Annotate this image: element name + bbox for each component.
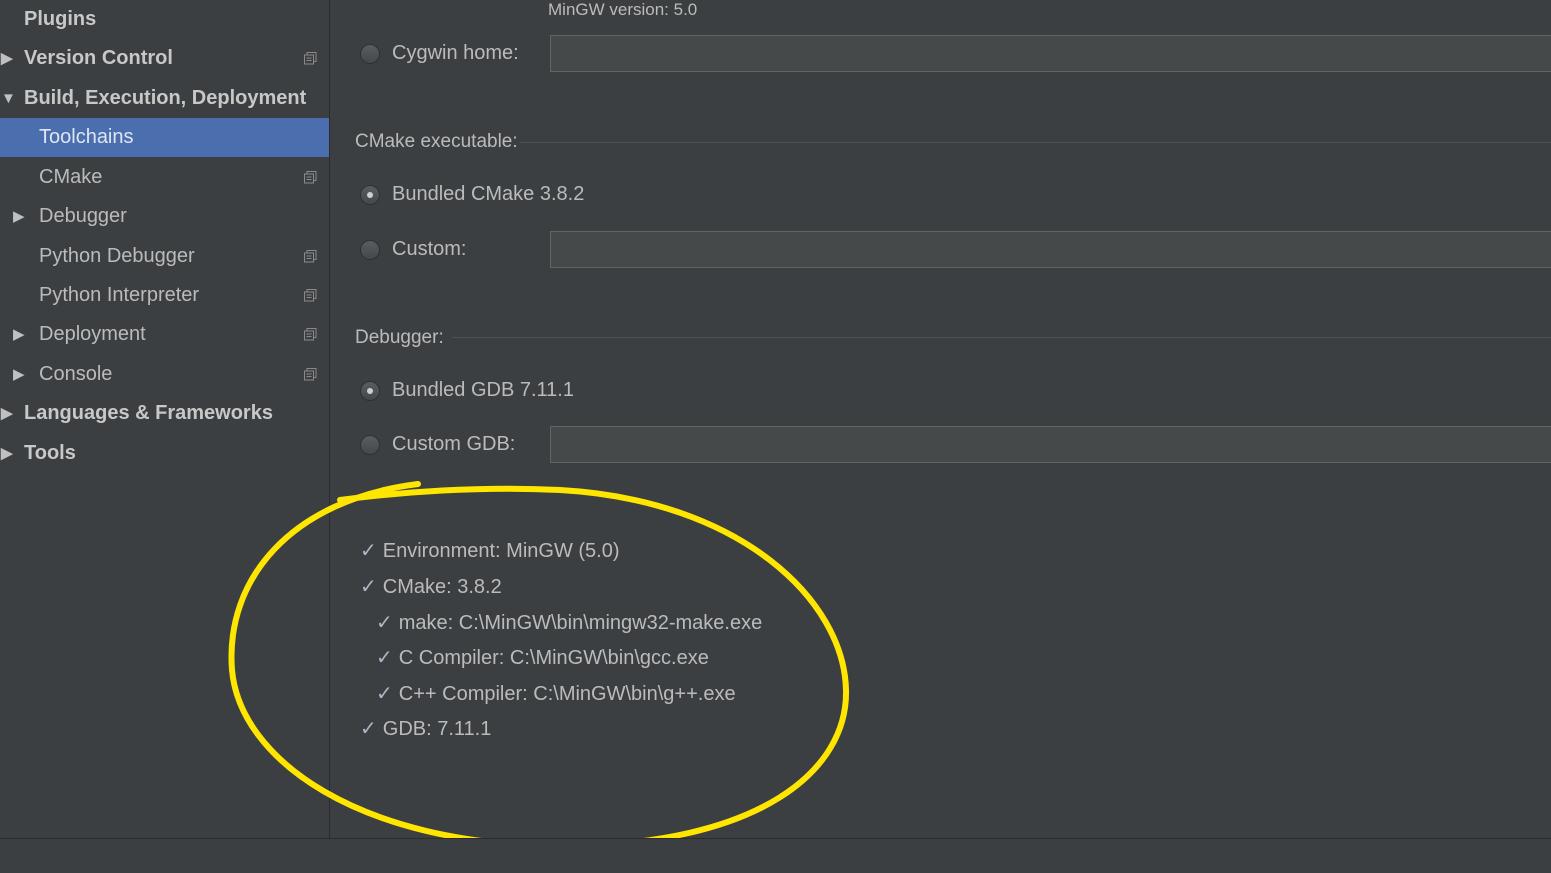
sidebar-item-label: Deployment bbox=[39, 323, 146, 345]
sidebar-item-label: Plugins bbox=[24, 8, 97, 30]
sidebar-item-label: Version Control bbox=[24, 47, 173, 69]
cygwin-home-field[interactable] bbox=[550, 35, 1551, 72]
project-settings-icon bbox=[304, 368, 317, 381]
expand-arrow-icon[interactable]: ▶ bbox=[1, 394, 13, 433]
expand-arrow-icon[interactable]: ▶ bbox=[13, 315, 25, 354]
check-environment: ✓ Environment: MinGW (5.0) bbox=[360, 538, 620, 563]
sidebar-item-label: CMake bbox=[39, 166, 103, 188]
section-divider bbox=[520, 142, 1551, 143]
sidebar-item-label: Python Interpreter bbox=[39, 284, 200, 306]
project-settings-icon bbox=[304, 289, 317, 302]
sidebar-item-plugins[interactable]: Plugins bbox=[0, 0, 329, 39]
check-icon: ✓ bbox=[360, 718, 377, 740]
check-c-compiler: ✓ C Compiler: C:\MinGW\bin\gcc.exe bbox=[376, 645, 709, 670]
check-make: ✓ make: C:\MinGW\bin\mingw32-make.exe bbox=[376, 610, 762, 635]
debugger-section-title: Debugger: bbox=[355, 327, 444, 348]
sidebar-item-deployment[interactable]: ▶ Deployment bbox=[0, 315, 329, 354]
expand-arrow-icon[interactable]: ▶ bbox=[13, 197, 25, 236]
check-icon: ✓ bbox=[376, 683, 393, 705]
sidebar-item-toolchains[interactable]: Toolchains bbox=[0, 118, 329, 157]
check-icon: ✓ bbox=[376, 647, 393, 669]
sidebar-item-label: Tools bbox=[24, 442, 76, 464]
dialog-footer bbox=[0, 838, 1551, 873]
mingw-version-label: MinGW version: 5.0 bbox=[548, 0, 698, 19]
sidebar-item-label: Build, Execution, Deployment bbox=[24, 87, 307, 109]
expand-arrow-icon[interactable]: ▶ bbox=[13, 355, 25, 394]
bundled-cmake-radio[interactable] bbox=[360, 185, 380, 205]
check-cpp-compiler: ✓ C++ Compiler: C:\MinGW\bin\g++.exe bbox=[376, 681, 736, 706]
sidebar-item-debugger[interactable]: ▶ Debugger bbox=[0, 197, 329, 236]
check-text: C Compiler: C:\MinGW\bin\gcc.exe bbox=[398, 647, 709, 669]
check-text: GDB: 7.11.1 bbox=[382, 718, 492, 740]
custom-cmake-radio[interactable] bbox=[360, 240, 380, 260]
cygwin-home-radio[interactable] bbox=[360, 44, 380, 64]
custom-cmake-label: Custom: bbox=[392, 238, 467, 260]
custom-gdb-label: Custom GDB: bbox=[392, 433, 516, 455]
sidebar-item-version-control[interactable]: ▶ Version Control bbox=[0, 39, 329, 78]
project-settings-icon bbox=[304, 328, 317, 341]
sidebar-item-console[interactable]: ▶ Console bbox=[0, 355, 329, 394]
sidebar-item-tools[interactable]: ▶ Tools bbox=[0, 434, 329, 473]
custom-gdb-field[interactable] bbox=[550, 426, 1551, 463]
check-icon: ✓ bbox=[360, 576, 377, 598]
expand-arrow-icon[interactable]: ▶ bbox=[1, 434, 13, 473]
cmake-section-title: CMake executable: bbox=[355, 131, 518, 152]
check-text: CMake: 3.8.2 bbox=[382, 576, 502, 598]
sidebar-item-label: Python Debugger bbox=[39, 245, 195, 267]
sidebar-item-label: Languages & Frameworks bbox=[24, 402, 273, 424]
sidebar-item-label: Toolchains bbox=[39, 126, 134, 148]
settings-sidebar: Plugins ▶ Version Control ▼ Build, Execu… bbox=[0, 0, 330, 838]
sidebar-item-label: Debugger bbox=[39, 205, 127, 227]
section-divider bbox=[452, 337, 1551, 338]
project-settings-icon bbox=[304, 250, 317, 263]
bundled-gdb-label: Bundled GDB 7.11.1 bbox=[392, 379, 574, 401]
sidebar-item-build-execution-deployment[interactable]: ▼ Build, Execution, Deployment bbox=[0, 79, 329, 118]
check-text: Environment: MinGW (5.0) bbox=[382, 540, 620, 562]
toolchain-settings-panel bbox=[330, 0, 1551, 838]
sidebar-item-python-debugger[interactable]: Python Debugger bbox=[0, 237, 329, 276]
check-icon: ✓ bbox=[376, 612, 393, 634]
collapse-arrow-icon[interactable]: ▼ bbox=[1, 79, 16, 118]
expand-arrow-icon[interactable]: ▶ bbox=[1, 39, 13, 78]
check-text: make: C:\MinGW\bin\mingw32-make.exe bbox=[398, 612, 763, 634]
sidebar-item-label: Console bbox=[39, 363, 113, 385]
custom-gdb-radio[interactable] bbox=[360, 435, 380, 455]
bundled-cmake-label: Bundled CMake 3.8.2 bbox=[392, 183, 585, 205]
check-icon: ✓ bbox=[360, 540, 377, 562]
sidebar-item-cmake[interactable]: CMake bbox=[0, 158, 329, 197]
check-gdb: ✓ GDB: 7.11.1 bbox=[360, 716, 491, 741]
project-settings-icon bbox=[304, 52, 317, 65]
cygwin-home-label: Cygwin home: bbox=[392, 42, 519, 64]
sidebar-item-python-interpreter[interactable]: Python Interpreter bbox=[0, 276, 329, 315]
project-settings-icon bbox=[304, 171, 317, 184]
sidebar-item-languages-frameworks[interactable]: ▶ Languages & Frameworks bbox=[0, 394, 329, 433]
check-cmake: ✓ CMake: 3.8.2 bbox=[360, 574, 502, 599]
check-text: C++ Compiler: C:\MinGW\bin\g++.exe bbox=[398, 683, 736, 705]
custom-cmake-field[interactable] bbox=[550, 231, 1551, 268]
bundled-gdb-radio[interactable] bbox=[360, 381, 380, 401]
